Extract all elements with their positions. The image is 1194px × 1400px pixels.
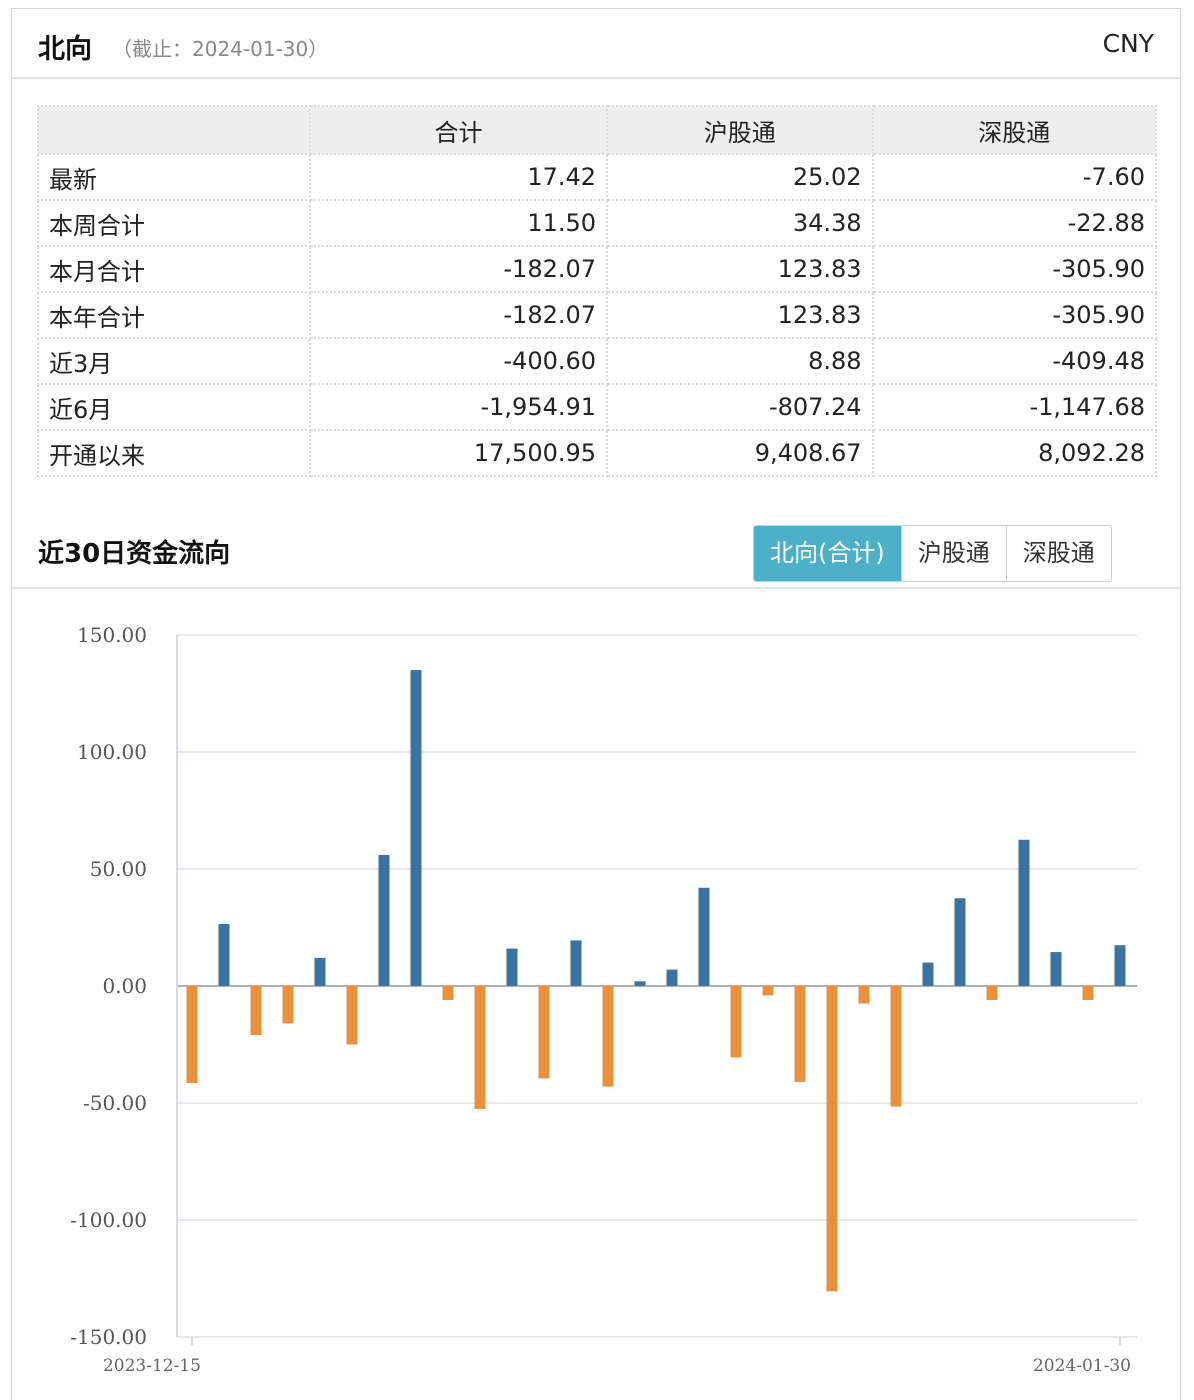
shanghai-cell: 34.38 <box>606 199 874 247</box>
y-tick-label: 0.00 <box>102 974 147 998</box>
flow-bar <box>634 981 646 986</box>
flow-bar <box>698 887 710 986</box>
total-cell: 17.42 <box>308 153 609 201</box>
flow-section-title: 近30日资金流向 <box>38 539 231 569</box>
as-of-date: （截止：2024-01-30） <box>112 37 329 61</box>
y-tick-label: -50.00 <box>83 1091 147 1115</box>
shanghai-cell: 123.83 <box>606 291 874 339</box>
x-start-date-label: 2023-12-15 <box>103 1356 201 1376</box>
flow-bar <box>186 986 198 1084</box>
row-label: 本年合计 <box>37 291 311 339</box>
x-end-date-label: 2024-01-30 <box>1033 1356 1131 1376</box>
shenzhen-cell: -1,147.68 <box>871 383 1158 431</box>
y-tick-label: 50.00 <box>90 857 147 881</box>
shenzhen-cell: -22.88 <box>871 199 1158 247</box>
flow-bar <box>378 854 390 986</box>
table-header-row: 合计 沪股通 深股通 <box>37 105 1158 155</box>
shanghai-cell: 9,408.67 <box>606 429 874 477</box>
flow-bar-chart: 150.00 100.00 50.00 0.00 -50.00 -100.00 -150.0… <box>70 623 1137 1376</box>
row-label: 近3月 <box>37 337 311 385</box>
flow-bar <box>570 940 582 986</box>
total-cell: 17,500.95 <box>308 429 609 477</box>
row-label: 最新 <box>37 153 311 201</box>
flow-bar <box>890 986 902 1107</box>
column-header-empty <box>37 105 311 155</box>
tab-northbound-total[interactable]: 北向(合计) <box>754 526 901 581</box>
shenzhen-cell: -305.90 <box>871 245 1158 293</box>
shanghai-cell: 123.83 <box>606 245 874 293</box>
flow-bar <box>1082 986 1094 1001</box>
table-row: 近6月 -1,954.91 -807.24 -1,147.68 <box>37 383 1158 431</box>
flow-bar <box>250 986 262 1036</box>
flow-bar <box>858 986 870 1004</box>
table-row: 近3月 -400.60 8.88 -409.48 <box>37 337 1158 385</box>
flow-bar <box>794 986 806 1082</box>
flow-bar <box>762 986 774 996</box>
column-header-total: 合计 <box>308 105 609 155</box>
flow-tabs: 北向(合计) 沪股通 深股通 <box>753 525 1112 582</box>
shanghai-cell: 25.02 <box>606 153 874 201</box>
total-cell: -182.07 <box>308 245 609 293</box>
table-row: 本月合计 -182.07 123.83 -305.90 <box>37 245 1158 293</box>
flow-bar <box>410 670 422 986</box>
flow-bar <box>442 986 454 1001</box>
flow-bar <box>602 986 614 1087</box>
total-cell: -182.07 <box>308 291 609 339</box>
flow-bar <box>474 986 486 1109</box>
northbound-panel: 北向 （截止：2024-01-30） CNY 合计 沪股通 深股通 最新 17.4… <box>11 8 1181 1400</box>
flow-bar <box>986 986 998 1001</box>
panel-header: 北向 （截止：2024-01-30） CNY <box>12 9 1180 79</box>
column-header-shanghai: 沪股通 <box>606 105 874 155</box>
row-label: 本月合计 <box>37 245 311 293</box>
flow-bar <box>1018 839 1030 986</box>
table-row: 最新 17.42 25.02 -7.60 <box>37 153 1158 201</box>
flow-bar <box>954 898 966 986</box>
currency-label: CNY <box>1102 29 1154 58</box>
flow-bar <box>346 986 358 1045</box>
row-label: 本周合计 <box>37 199 311 247</box>
shanghai-cell: -807.24 <box>606 383 874 431</box>
table-body: 最新 17.42 25.02 -7.60 本周合计 11.50 34.38 -22.88 本月合… <box>37 153 1158 477</box>
table-row: 本年合计 -182.07 123.83 -305.90 <box>37 291 1158 339</box>
flow-bar <box>314 957 326 986</box>
tab-shanghai-connect[interactable]: 沪股通 <box>900 526 1006 581</box>
shenzhen-cell: -409.48 <box>871 337 1158 385</box>
tab-shenzhen-connect[interactable]: 深股通 <box>1005 526 1111 581</box>
shenzhen-cell: -305.90 <box>871 291 1158 339</box>
flow-bar <box>538 986 550 1079</box>
flow-bar <box>922 962 934 986</box>
summary-table: 合计 沪股通 深股通 最新 17.42 25.02 -7.60 本周合计 11.50 34.… <box>37 105 1158 477</box>
flow-bar <box>218 923 230 986</box>
total-cell: -1,954.91 <box>308 383 609 431</box>
shanghai-cell: 8.88 <box>606 337 874 385</box>
total-cell: 11.50 <box>308 199 609 247</box>
y-tick-label: 150.00 <box>77 623 147 647</box>
total-cell: -400.60 <box>308 337 609 385</box>
flow-bar <box>826 986 838 1292</box>
y-tick-label: -100.00 <box>70 1208 147 1232</box>
flow-bar <box>1114 945 1126 986</box>
column-header-shenzhen: 深股通 <box>871 105 1158 155</box>
flow-bar <box>730 986 742 1058</box>
table-row: 开通以来 17,500.95 9,408.67 8,092.28 <box>37 429 1158 477</box>
table-row: 本周合计 11.50 34.38 -22.88 <box>37 199 1158 247</box>
row-label: 近6月 <box>37 383 311 431</box>
flow-bar <box>282 986 294 1024</box>
flow-bar <box>506 948 518 986</box>
y-tick-label: -150.00 <box>70 1325 147 1349</box>
row-label: 开通以来 <box>37 429 311 477</box>
y-tick-label: 100.00 <box>77 740 147 764</box>
flow-bar <box>1050 952 1062 986</box>
shenzhen-cell: 8,092.28 <box>871 429 1158 477</box>
panel-title: 北向 <box>38 34 92 65</box>
flow-bar <box>666 969 678 986</box>
shenzhen-cell: -7.60 <box>871 153 1158 201</box>
